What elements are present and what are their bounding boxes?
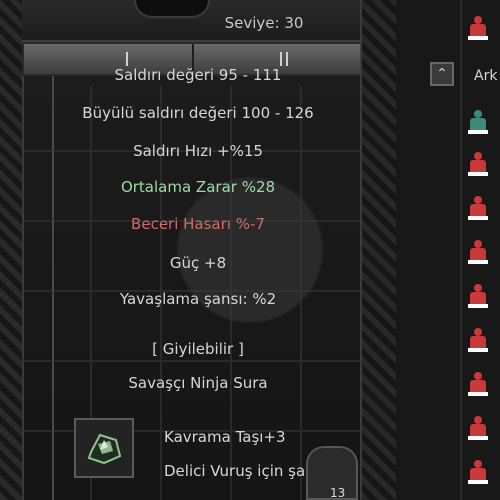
gem-icon: [87, 433, 122, 465]
chevron-up-icon: ⌃: [436, 66, 448, 82]
player-icon-red[interactable]: [468, 196, 488, 222]
player-icon-red[interactable]: [468, 152, 488, 178]
player-icon-red[interactable]: [468, 284, 488, 310]
slow-chance: Yavaşlama şansı: %2: [119, 290, 277, 308]
player-icon-red[interactable]: [468, 16, 488, 42]
player-icon-red[interactable]: [468, 460, 488, 486]
strength-bonus: Güç +8: [169, 254, 227, 272]
player-icon-red[interactable]: [468, 416, 488, 442]
player-name-label: Ark: [474, 68, 498, 84]
stack-count: 13: [330, 486, 346, 500]
skill-damage: Beceri Hasarı %-7: [131, 215, 265, 233]
scroll-up-button[interactable]: ⌃: [430, 62, 454, 86]
stone-label: Kavrama Taşı+3: [164, 428, 286, 446]
tab-right-marker-2: [286, 52, 288, 66]
player-icon-red[interactable]: [468, 328, 488, 354]
attack-value: Saldırı değeri 95 - 111: [114, 66, 282, 84]
player-icon-red[interactable]: [468, 372, 488, 398]
classes-label: Savaşçı Ninja Sura: [128, 374, 268, 392]
attack-speed: Saldırı Hızı +%15: [133, 142, 263, 160]
magic-attack-value: Büyülü saldırı değeri 100 - 126: [82, 104, 314, 122]
player-icon-red[interactable]: [468, 240, 488, 266]
player-list-separator: [460, 0, 462, 500]
avg-damage: Ortalama Zarar %28: [120, 178, 276, 196]
tab-right-marker-1: [280, 52, 282, 66]
wearable-label: [ Giyilebilir ]: [152, 340, 244, 358]
tab-left-marker: [126, 52, 128, 66]
level-text: Seviye: 30: [224, 14, 304, 32]
player-icon-green[interactable]: [468, 110, 488, 136]
